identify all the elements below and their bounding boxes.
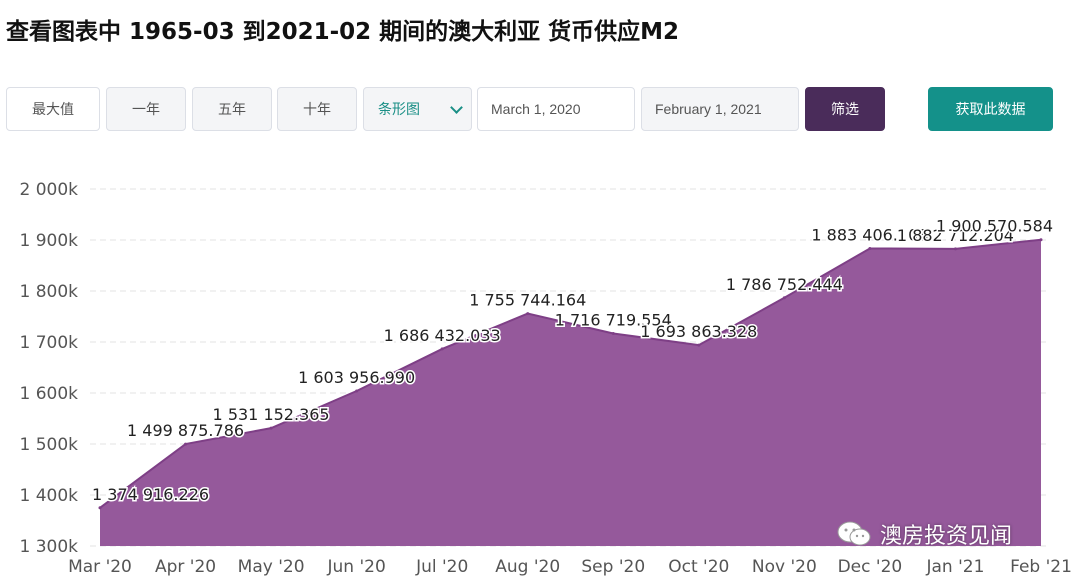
data-point <box>953 247 957 251</box>
data-label: 1 755 744.164 <box>469 291 586 310</box>
y-tick-label: 1 300k <box>19 537 78 557</box>
x-tick-label: Aug '20 <box>495 557 560 577</box>
y-tick-label: 1 700k <box>19 333 78 353</box>
data-point <box>355 389 359 393</box>
data-label: 1 900 570.584 <box>936 217 1053 236</box>
x-tick-label: Jun '20 <box>326 557 385 577</box>
data-point <box>98 506 102 510</box>
data-label: 1 374 916.226 <box>92 485 209 504</box>
x-tick-label: Nov '20 <box>752 557 817 577</box>
data-label: 1 786 752.444 <box>726 275 843 294</box>
data-label: 1 531 152.365 <box>213 405 330 424</box>
data-point <box>184 442 188 446</box>
data-label: 1 693 863.328 <box>640 322 757 341</box>
y-tick-label: 1 500k <box>19 435 78 455</box>
range-max-button[interactable]: 最大值 <box>6 87 100 131</box>
data-point <box>269 426 273 430</box>
filter-button[interactable]: 筛选 <box>805 87 885 131</box>
data-point <box>526 312 530 316</box>
x-tick-label: Apr '20 <box>155 557 216 577</box>
watermark-text: 澳房投资见闻 <box>880 524 1013 549</box>
chart-type-select[interactable]: 条形图 <box>363 87 472 131</box>
wechat-icon <box>837 521 871 546</box>
x-tick-label: Mar '20 <box>68 557 132 577</box>
x-tick-label: Feb '21 <box>1010 557 1072 577</box>
range-10y-button[interactable]: 十年 <box>277 87 357 131</box>
data-point <box>1039 238 1043 242</box>
data-point <box>868 246 872 250</box>
get-data-button[interactable]: 获取此数据 <box>928 87 1053 131</box>
date-from-field[interactable]: March 1, 2020 <box>477 87 635 131</box>
data-label: 1 686 432.033 <box>384 326 501 345</box>
y-tick-label: 1 600k <box>19 384 78 404</box>
x-tick-label: Jul '20 <box>415 557 468 577</box>
y-tick-label: 1 800k <box>19 282 78 302</box>
data-point <box>782 296 786 300</box>
data-point <box>611 331 615 335</box>
y-tick-label: 1 900k <box>19 231 78 251</box>
x-tick-label: May '20 <box>238 557 305 577</box>
chevron-down-icon <box>450 100 463 114</box>
chart-type-value: 条形图 <box>378 102 420 118</box>
range-1y-button[interactable]: 一年 <box>106 87 186 131</box>
x-tick-label: Jan '21 <box>925 557 984 577</box>
date-to-field[interactable]: February 1, 2021 <box>641 87 799 131</box>
page-title: 查看图表中 1965-03 到2021-02 期间的澳大利亚 货币供应M2 <box>6 19 680 45</box>
data-label: 1 603 956.990 <box>298 368 415 387</box>
range-5y-button[interactable]: 五年 <box>192 87 272 131</box>
x-tick-label: Oct '20 <box>668 557 729 577</box>
watermark: 澳房投资见闻 <box>836 518 1012 550</box>
data-point <box>697 343 701 347</box>
x-tick-label: Dec '20 <box>838 557 903 577</box>
data-point <box>440 347 444 351</box>
y-tick-label: 1 400k <box>19 486 78 506</box>
x-tick-label: Sep '20 <box>581 557 645 577</box>
y-tick-label: 2 000k <box>19 180 78 200</box>
